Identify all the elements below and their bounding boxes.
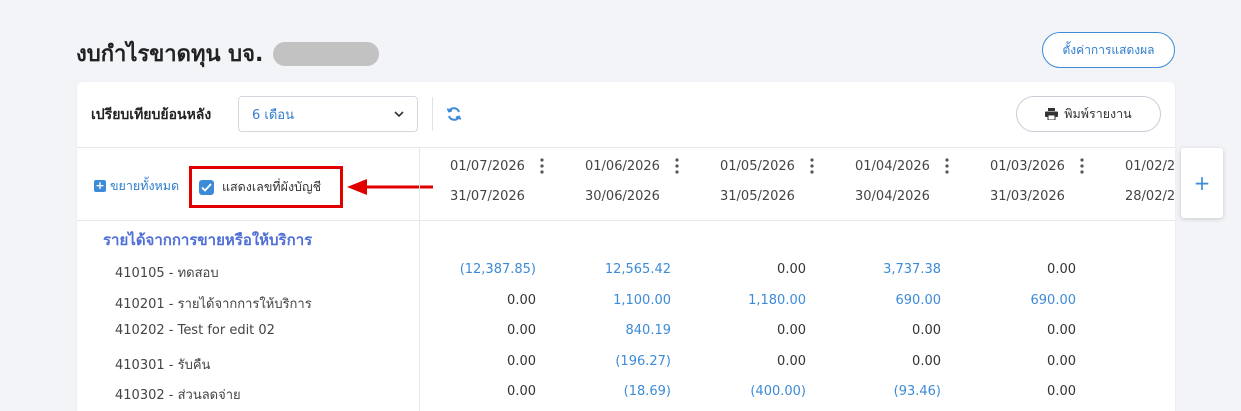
show-account-number-toggle[interactable]: แสดงเลขที่ผังบัญชี xyxy=(199,177,321,197)
date-column-header: 01/03/2026 31/03/2026 xyxy=(960,148,1095,221)
toolbar-divider xyxy=(432,97,433,131)
column-end-date: 30/06/2026 xyxy=(585,189,660,204)
table-header-row: + ขยายทั้งหมด แสดงเลขที่ผังบัญชี 01/07/2… xyxy=(77,148,1175,221)
date-column-header: 01/07/2026 31/07/2026 xyxy=(420,148,555,221)
date-column-header: 01/02/2 28/02/2 xyxy=(1095,148,1175,221)
kebab-menu-icon[interactable] xyxy=(540,158,544,174)
column-start-date: 01/05/2026 xyxy=(720,159,795,174)
compare-label: เปรียบเทียบย้อนหลัง xyxy=(91,107,212,123)
amount-cell[interactable]: (93.46) xyxy=(821,384,941,399)
amount-cell[interactable]: (12,387.85) xyxy=(416,262,536,277)
amount-cell[interactable]: 690.00 xyxy=(821,293,942,308)
amount-cell[interactable]: 4 xyxy=(1091,293,1175,308)
account-name: 410301 - รับคืน xyxy=(115,357,211,373)
account-name: 410202 - Test for edit 02 xyxy=(115,323,275,338)
printer-icon xyxy=(1045,108,1059,120)
section-title-revenue: รายได้จากการขายหรือให้บริการ xyxy=(103,231,313,249)
column-end-date: 30/04/2026 xyxy=(855,189,930,204)
report-card: เปรียบเทียบย้อนหลัง 6 เดือน พิมพ์รายงาน … xyxy=(77,82,1175,411)
amount-cell[interactable]: (18.69) xyxy=(551,384,671,399)
column-start-date: 01/02/2 xyxy=(1125,159,1175,174)
date-column-header: 01/05/2026 31/05/2026 xyxy=(690,148,825,221)
refresh-icon[interactable] xyxy=(446,106,462,122)
add-column-button[interactable]: + xyxy=(1181,148,1223,218)
amount-cell[interactable]: 840.19 xyxy=(551,323,672,338)
amount-cell: 0.00 xyxy=(507,292,536,308)
page-title: งบกำไรขาดทุน บจ. xyxy=(76,36,380,71)
plus-square-icon: + xyxy=(94,179,106,192)
page-title-text: งบกำไรขาดทุน บจ. xyxy=(76,42,264,67)
amount-cell[interactable]: (400.00) xyxy=(686,384,806,399)
amount-cell[interactable]: 3,737.38 xyxy=(821,262,941,277)
period-select-value: 6 เดือน xyxy=(252,107,294,123)
amount-cell: 0.00 xyxy=(507,323,536,338)
report-toolbar: เปรียบเทียบย้อนหลัง 6 เดือน พิมพ์รายงาน xyxy=(77,82,1175,148)
table-row: 410202 - Test for edit 02 0.00 840.19 0.00 0… xyxy=(77,323,1175,353)
chevron-down-icon xyxy=(394,111,404,118)
column-start-date: 01/07/2026 xyxy=(450,159,525,174)
amount-cell[interactable]: 1,100.00 xyxy=(551,293,671,308)
column-start-date: 01/04/2026 xyxy=(855,159,930,174)
amount-cell: 0.00 xyxy=(1047,262,1076,277)
amount-cell: 0.00 xyxy=(1047,323,1076,338)
column-end-date: 28/02/2 xyxy=(1125,189,1175,204)
account-name: 410201 - รายได้จากการให้บริการ xyxy=(115,296,312,312)
expand-all-label: ขยายทั้งหมด xyxy=(110,178,180,193)
amount-cell: 0.00 xyxy=(777,262,806,277)
column-start-date: 01/03/2026 xyxy=(990,159,1065,174)
amount-cell: 0.00 xyxy=(912,323,941,338)
display-settings-button[interactable]: ตั้งค่าการแสดงผล xyxy=(1042,32,1175,68)
table-row: 410301 - รับคืน 0.00 (196.27) 0.00 0.00 0.00 xyxy=(77,354,1175,384)
date-column-header: 01/06/2026 30/06/2026 xyxy=(555,148,690,221)
amount-cell[interactable]: 1,180.00 xyxy=(686,293,806,308)
kebab-menu-icon[interactable] xyxy=(945,158,949,174)
expand-all-button[interactable]: + ขยายทั้งหมด xyxy=(94,176,179,196)
column-start-date: 01/06/2026 xyxy=(585,159,660,174)
amount-cell: 0.00 xyxy=(1047,353,1076,369)
amount-cell: 0.00 xyxy=(777,353,806,369)
period-select[interactable]: 6 เดือน xyxy=(238,96,418,132)
print-report-button[interactable]: พิมพ์รายงาน xyxy=(1016,96,1161,132)
amount-cell[interactable]: (196.27) xyxy=(551,354,671,369)
amount-cell: 0.00 xyxy=(1047,384,1076,399)
redacted-company-name xyxy=(273,41,380,66)
amount-cell[interactable]: 12,565.42 xyxy=(551,262,671,277)
date-column-header: 01/04/2026 30/04/2026 xyxy=(825,148,960,221)
print-report-label: พิมพ์รายงาน xyxy=(1064,106,1132,121)
column-end-date: 31/05/2026 xyxy=(720,189,795,204)
account-name: 410105 - ทดสอบ xyxy=(115,266,219,281)
table-row: 410302 - ส่วนลดจ่าย 0.00 (18.69) (400.00) (9… xyxy=(77,384,1175,411)
amount-cell: 0.00 xyxy=(777,323,806,338)
show-account-number-label: แสดงเลขที่ผังบัญชี xyxy=(222,179,322,194)
kebab-menu-icon[interactable] xyxy=(810,158,814,174)
checkbox-checked-icon[interactable] xyxy=(199,179,214,195)
kebab-menu-icon[interactable] xyxy=(1080,158,1084,174)
kebab-menu-icon[interactable] xyxy=(675,158,679,174)
table-row: 410105 - ทดสอบ (12,387.85) 12,565.42 0.00 3,… xyxy=(77,262,1175,292)
table-row: 410201 - รายได้จากการให้บริการ 0.00 1,100.… xyxy=(77,293,1175,323)
column-end-date: 31/03/2026 xyxy=(990,189,1065,204)
amount-cell[interactable]: 690.00 xyxy=(956,293,1077,308)
column-end-date: 31/07/2026 xyxy=(450,189,525,204)
amount-cell: 0.00 xyxy=(507,384,536,399)
amount-cell[interactable]: (1,3 xyxy=(1091,384,1175,399)
amount-cell: 0.00 xyxy=(507,353,536,369)
account-name: 410302 - ส่วนลดจ่าย xyxy=(115,388,241,403)
amount-cell: 0.00 xyxy=(912,353,941,369)
